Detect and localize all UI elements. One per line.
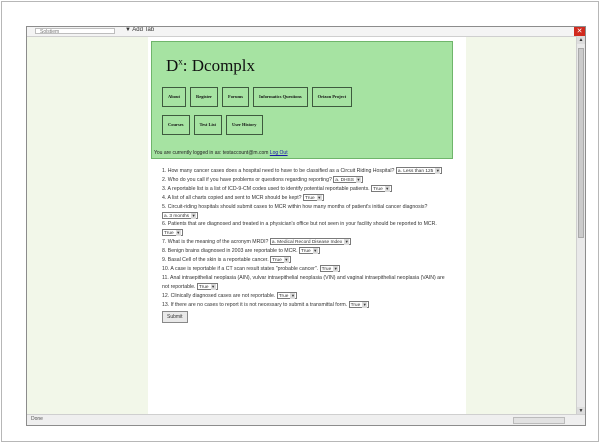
- question-text: 2. Who do you call if you have problems …: [162, 176, 332, 183]
- answer-value: True: [301, 249, 311, 255]
- nav-orizon-project-button[interactable]: Orizon Project: [311, 87, 353, 107]
- answer-select[interactable]: True ▼: [270, 256, 291, 264]
- answer-select[interactable]: a. Medical Record Disease Index ▼: [269, 238, 352, 246]
- answer-select[interactable]: True ▼: [319, 265, 341, 273]
- close-icon[interactable]: ✕: [574, 27, 585, 36]
- browser-toolbar: Solstiem ▼ Add Tab: [27, 27, 585, 37]
- dropdown-arrow-icon: ▼: [333, 266, 339, 273]
- scrollbar-thumb[interactable]: [578, 48, 584, 238]
- answer-select[interactable]: a. Less than 125 ▼: [395, 167, 443, 175]
- logout-link[interactable]: Log Out: [270, 150, 288, 156]
- answer-value: True: [164, 231, 174, 237]
- question-item: 13. If there are no cases to report it i…: [162, 300, 452, 310]
- question-item: 5. Circuit-riding hospitals should submi…: [162, 203, 452, 221]
- site-header: Dx: Dcomplx About Register Forums Informati…: [151, 41, 453, 159]
- answer-select[interactable]: a. 3 months ▼: [162, 211, 199, 219]
- answer-select[interactable]: True ▼: [299, 247, 320, 255]
- question-item: 8. Benign brains diagnosed in 2003 are r…: [162, 247, 452, 256]
- answer-value: True: [278, 293, 289, 299]
- logo-name: : Dcomplx: [182, 56, 256, 75]
- question-text: 4. A list of all charts copied and sent …: [162, 194, 302, 201]
- answer-value: True: [305, 195, 315, 201]
- dropdown-arrow-icon: ▼: [344, 239, 350, 246]
- browser-window: Solstiem ▼ Add Tab ✕ Dx: Dcomplx About Re…: [26, 26, 586, 426]
- scroll-up-icon[interactable]: ▲: [577, 36, 585, 44]
- question-text: 9. Basal Cell of the skin is a reportabl…: [162, 257, 269, 264]
- status-bar: Done: [27, 414, 585, 425]
- nav-test-list-button[interactable]: Test List: [193, 115, 222, 135]
- question-text: 1. How many cancer cases does a hospital…: [162, 168, 395, 174]
- question-text: 6. Patients that are diagnosed and treat…: [162, 221, 437, 228]
- dropdown-arrow-icon: ▼: [355, 177, 361, 184]
- question-text: 5. Circuit-riding hospitals should submi…: [162, 203, 428, 210]
- answer-value: True: [373, 186, 383, 192]
- slide-frame: Solstiem ▼ Add Tab ✕ Dx: Dcomplx About Re…: [1, 1, 599, 442]
- dropdown-arrow-icon: ▼: [362, 301, 368, 308]
- question-item: 6. Patients that are diagnosed and treat…: [162, 220, 452, 238]
- nav-user-history-button[interactable]: User History: [225, 115, 263, 135]
- nav-about-button[interactable]: About: [162, 87, 187, 107]
- submit-button[interactable]: Submit: [162, 310, 188, 324]
- answer-select[interactable]: True ▼: [371, 184, 392, 192]
- question-item: 1. How many cancer cases does a hospital…: [162, 167, 452, 176]
- site-logo[interactable]: Dx: Dcomplx: [166, 56, 255, 76]
- answer-value: a. Medical Record Disease Index: [271, 240, 343, 246]
- login-status-text: You are currently logged in as: testacco…: [154, 150, 269, 156]
- question-item: 7. What is the meaning of the acronym MR…: [162, 238, 452, 247]
- answer-value: True: [198, 284, 209, 290]
- logo-letter: D: [166, 56, 179, 75]
- answer-select[interactable]: True ▼: [303, 193, 324, 201]
- nav-courses-button[interactable]: Courses: [162, 115, 190, 135]
- answer-value: a. Less than 125: [397, 169, 434, 175]
- answer-select[interactable]: a. DHSS ▼: [333, 176, 363, 184]
- nav-informatics-questions-button[interactable]: Informatics Questions: [253, 87, 308, 107]
- dropdown-arrow-icon: ▼: [384, 185, 390, 192]
- nav-row-primary: About Register Forums Informatics Questions…: [162, 85, 446, 107]
- question-item: 9. Basal Cell of the skin is a reportabl…: [162, 256, 452, 265]
- question-text: 13. If there are no cases to report it i…: [162, 301, 348, 308]
- nav-forums-button[interactable]: Forums: [222, 87, 250, 107]
- answer-value: a. DHSS: [335, 178, 354, 184]
- question-item: 11. Anal intraepithelial neoplasia (AIN)…: [162, 274, 452, 292]
- toolbar-search-input[interactable]: Solstiem: [35, 28, 115, 35]
- quiz-form: 1. How many cancer cases does a hospital…: [162, 167, 452, 324]
- answer-value: True: [272, 258, 282, 264]
- answer-select[interactable]: True ▼: [162, 229, 183, 237]
- question-item: 12. Clinically diagnosed cases are not r…: [162, 291, 452, 301]
- add-tab-button[interactable]: ▼ Add Tab: [125, 27, 154, 33]
- dropdown-arrow-icon: ▼: [210, 283, 216, 290]
- answer-select[interactable]: True ▼: [276, 291, 298, 299]
- dropdown-arrow-icon: ▼: [283, 257, 289, 264]
- question-text: 8. Benign brains diagnosed in 2003 are r…: [162, 248, 298, 255]
- dropdown-arrow-icon: ▼: [175, 230, 181, 237]
- answer-value: True: [350, 302, 361, 308]
- question-item: 3. A reportable list is a list of ICD-9-…: [162, 184, 452, 194]
- question-item: 4. A list of all charts copied and sent …: [162, 193, 452, 203]
- question-text: 3. A reportable list is a list of ICD-9-…: [162, 185, 370, 192]
- question-text: 10. A case is reportable if a CT scan re…: [162, 265, 319, 272]
- dropdown-arrow-icon: ▼: [290, 292, 296, 299]
- dropdown-arrow-icon: ▼: [316, 194, 322, 201]
- answer-select[interactable]: True ▼: [348, 300, 370, 308]
- question-item: 2. Who do you call if you have problems …: [162, 176, 452, 185]
- login-status: You are currently logged in as: testacco…: [154, 150, 288, 156]
- dropdown-arrow-icon: ▼: [312, 248, 318, 255]
- dropdown-arrow-icon: ▼: [435, 168, 441, 175]
- question-text: 7. What is the meaning of the acronym MR…: [162, 239, 269, 246]
- nav-row-secondary: Courses Test List User History: [162, 113, 446, 135]
- question-text: 12. Clinically diagnosed cases are not r…: [162, 292, 276, 299]
- status-text: Done: [31, 416, 43, 422]
- answer-value: True: [321, 267, 332, 273]
- answer-select[interactable]: True ▼: [196, 282, 218, 290]
- nav-register-button[interactable]: Register: [190, 87, 219, 107]
- web-page: Dx: Dcomplx About Register Forums Informati…: [148, 37, 466, 416]
- answer-value: a. 3 months: [164, 213, 190, 219]
- status-progress: [513, 417, 565, 424]
- vertical-scrollbar[interactable]: ▲ ▼: [576, 36, 585, 415]
- question-item: 10. A case is reportable if a CT scan re…: [162, 265, 452, 274]
- dropdown-arrow-icon: ▼: [191, 212, 197, 219]
